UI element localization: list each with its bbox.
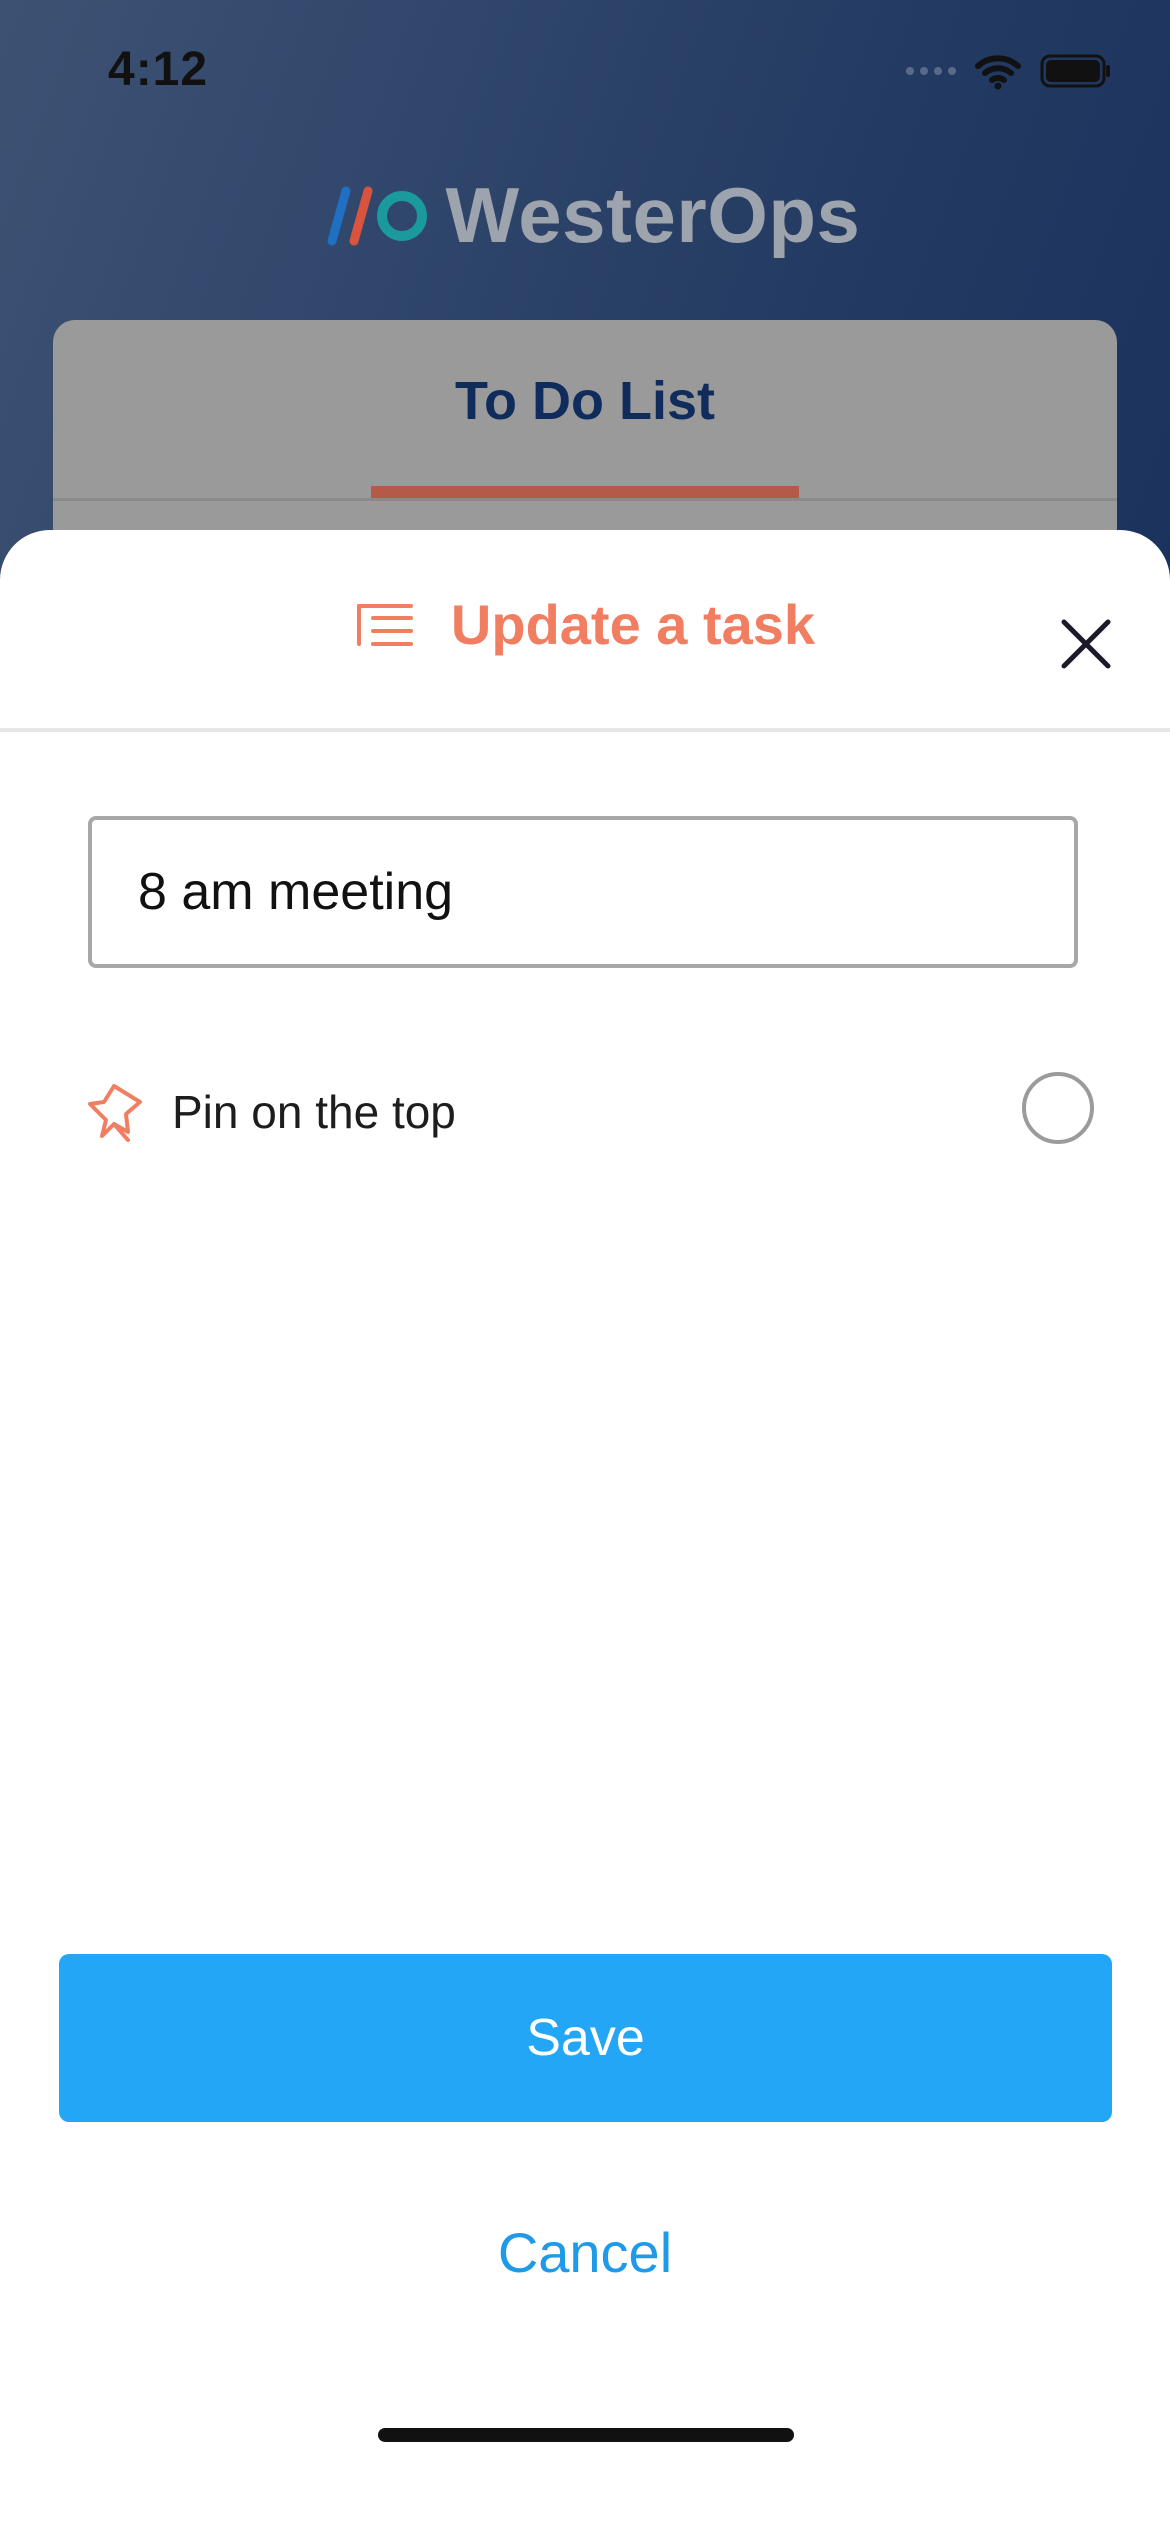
list-icon (356, 603, 413, 646)
signal-icon (906, 67, 956, 75)
home-indicator (378, 2428, 794, 2442)
westerops-logo-icon (327, 186, 427, 245)
pin-label: Pin on the top (172, 1086, 456, 1138)
sheet-title: Update a task (450, 593, 816, 656)
sheet-title-group: Update a task (0, 592, 1170, 657)
card-divider (53, 498, 1117, 501)
pin-on-top-row[interactable]: Pin on the top (84, 1072, 1094, 1152)
wifi-icon (975, 55, 1021, 90)
pin-radio-button[interactable] (1022, 1072, 1094, 1144)
pin-icon (88, 1084, 142, 1142)
save-button[interactable]: Save (59, 1954, 1112, 2122)
logo-text: WesterOps (445, 171, 861, 259)
close-icon[interactable] (1060, 618, 1112, 670)
tab-indicator (371, 486, 799, 498)
battery-icon (1040, 54, 1110, 88)
cancel-button[interactable]: Cancel (0, 2220, 1170, 2300)
sheet-header: Update a task (0, 530, 1170, 732)
status-time: 4:12 (108, 43, 209, 96)
tab-to-do-list: To Do List (455, 371, 715, 431)
app-logo: WesterOps (0, 170, 1170, 261)
task-name-input[interactable] (88, 816, 1078, 968)
status-icons (906, 52, 1112, 90)
update-task-sheet: Update a task Pin on the top Save Cancel (0, 530, 1170, 2532)
screen: 4:12 WesterOps To Do List Update a task … (0, 0, 1170, 2532)
